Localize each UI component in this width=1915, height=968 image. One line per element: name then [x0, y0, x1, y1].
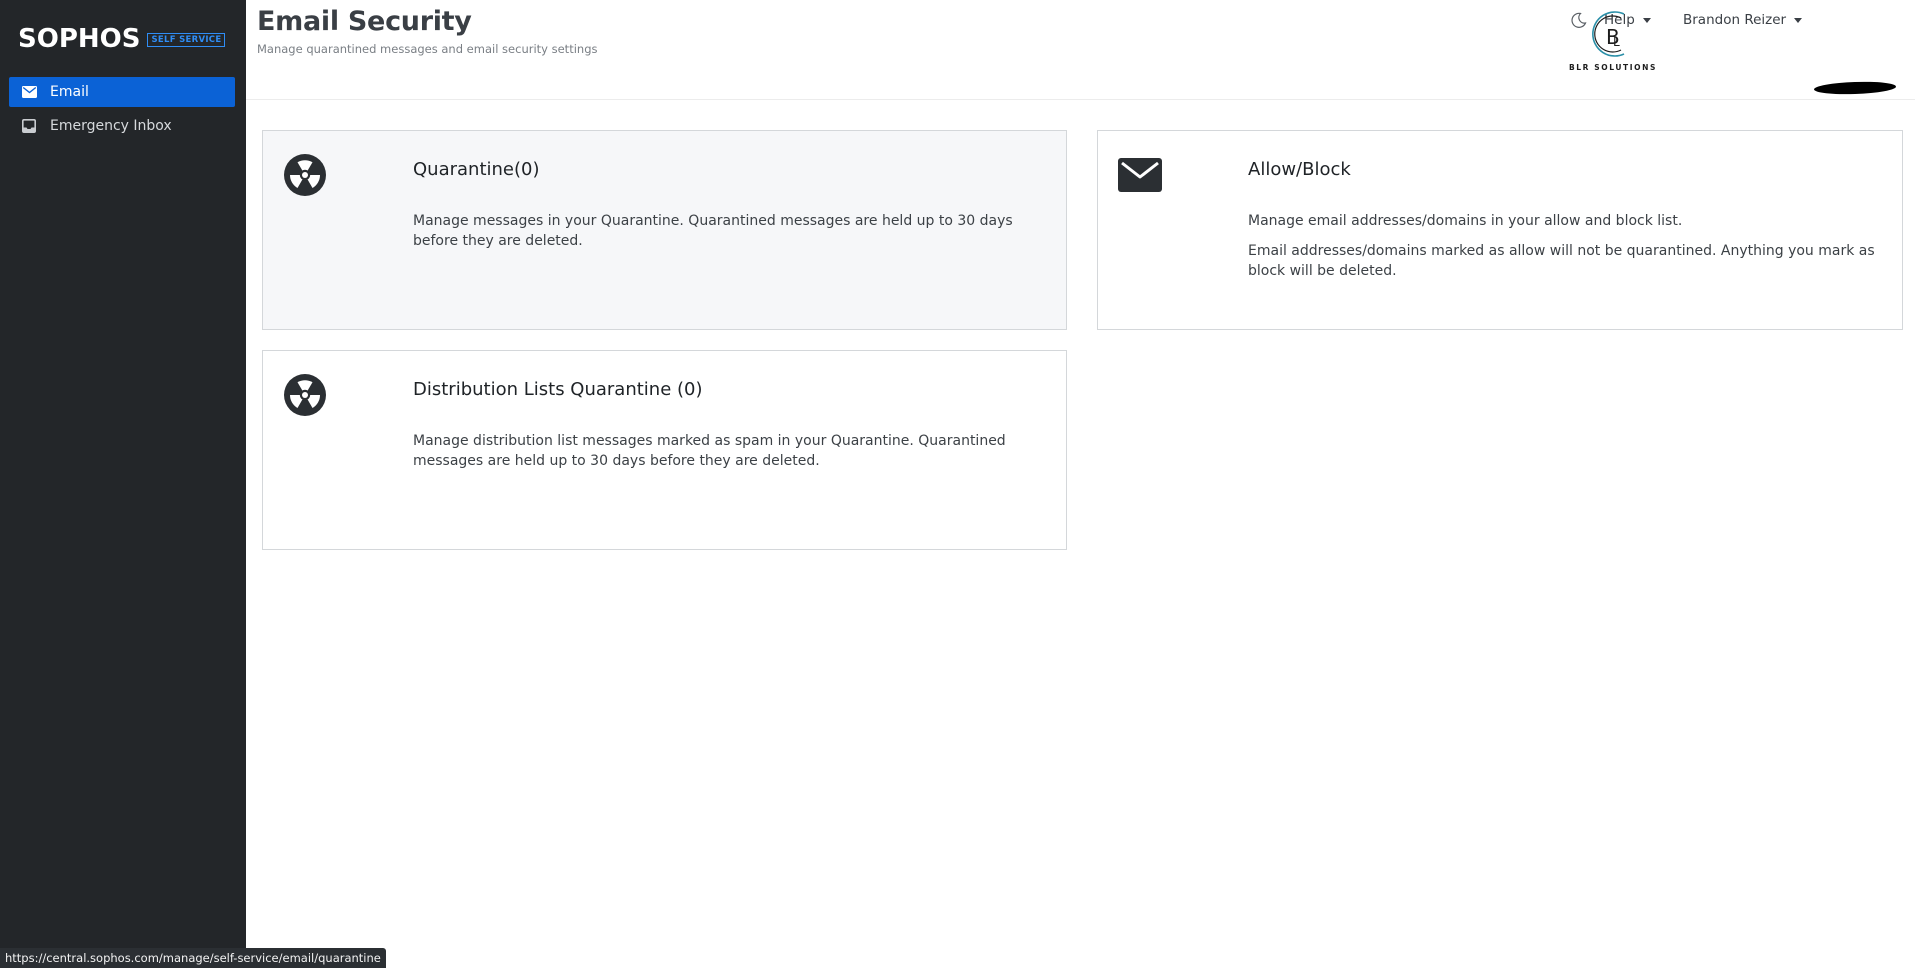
card-description-text: Manage email addresses/domains in your a…	[1248, 213, 1683, 229]
sidebar: SOPHOS SELF SERVICE Email Emergency Inbo…	[0, 0, 246, 968]
card-title: Distribution Lists Quarantine (0)	[413, 379, 703, 400]
company-logo: B L BLR SOLUTIONS	[1566, 6, 1660, 98]
brand-name: SOPHOS	[18, 24, 141, 54]
logo-text: BLR SOLUTIONS	[1568, 63, 1658, 72]
inbox-icon	[21, 118, 37, 134]
svg-text:L: L	[1613, 35, 1620, 49]
sidebar-item-label: Email	[50, 84, 89, 100]
user-name: Brandon Reizer	[1683, 12, 1787, 28]
card-title: Allow/Block	[1248, 159, 1351, 180]
chevron-down-icon	[1794, 17, 1803, 23]
distribution-lists-card[interactable]: Distribution Lists Quarantine (0) Manage…	[262, 350, 1067, 550]
card-title: Quarantine(0)	[413, 159, 540, 180]
radiation-icon	[283, 373, 327, 417]
radiation-icon	[283, 153, 327, 197]
card-description: Manage messages in your Quarantine. Quar…	[413, 211, 1042, 251]
page-title: Email Security	[257, 6, 472, 37]
self-service-badge: SELF SERVICE	[147, 33, 226, 47]
status-url: https://central.sophos.com/manage/self-s…	[0, 948, 386, 968]
blr-logo-icon: B L	[1592, 11, 1625, 57]
quarantine-card[interactable]: Quarantine(0) Manage messages in your Qu…	[262, 130, 1067, 330]
sidebar-item-label: Emergency Inbox	[50, 118, 172, 134]
page-header: Email Security Manage quarantined messag…	[246, 0, 1915, 100]
sophos-logo[interactable]: SOPHOS SELF SERVICE	[18, 24, 226, 54]
card-description: Manage email addresses/domains in your a…	[1248, 211, 1878, 281]
sidebar-item-emergency-inbox[interactable]: Emergency Inbox	[9, 111, 235, 141]
mail-icon	[21, 84, 37, 100]
envelope-icon	[1118, 153, 1162, 197]
card-description-text: Email addresses/domains marked as allow …	[1248, 243, 1875, 279]
sidebar-item-email[interactable]: Email	[9, 77, 235, 107]
card-description: Manage distribution list messages marked…	[413, 431, 1042, 471]
card-description-text: Manage messages in your Quarantine. Quar…	[413, 213, 1013, 249]
redaction-mark	[1813, 80, 1897, 96]
allow-block-card[interactable]: Allow/Block Manage email addresses/domai…	[1097, 130, 1903, 330]
user-menu[interactable]: Brandon Reizer	[1683, 12, 1803, 28]
card-description-text: Manage distribution list messages marked…	[413, 433, 1006, 469]
page-subtitle: Manage quarantined messages and email se…	[257, 42, 598, 56]
